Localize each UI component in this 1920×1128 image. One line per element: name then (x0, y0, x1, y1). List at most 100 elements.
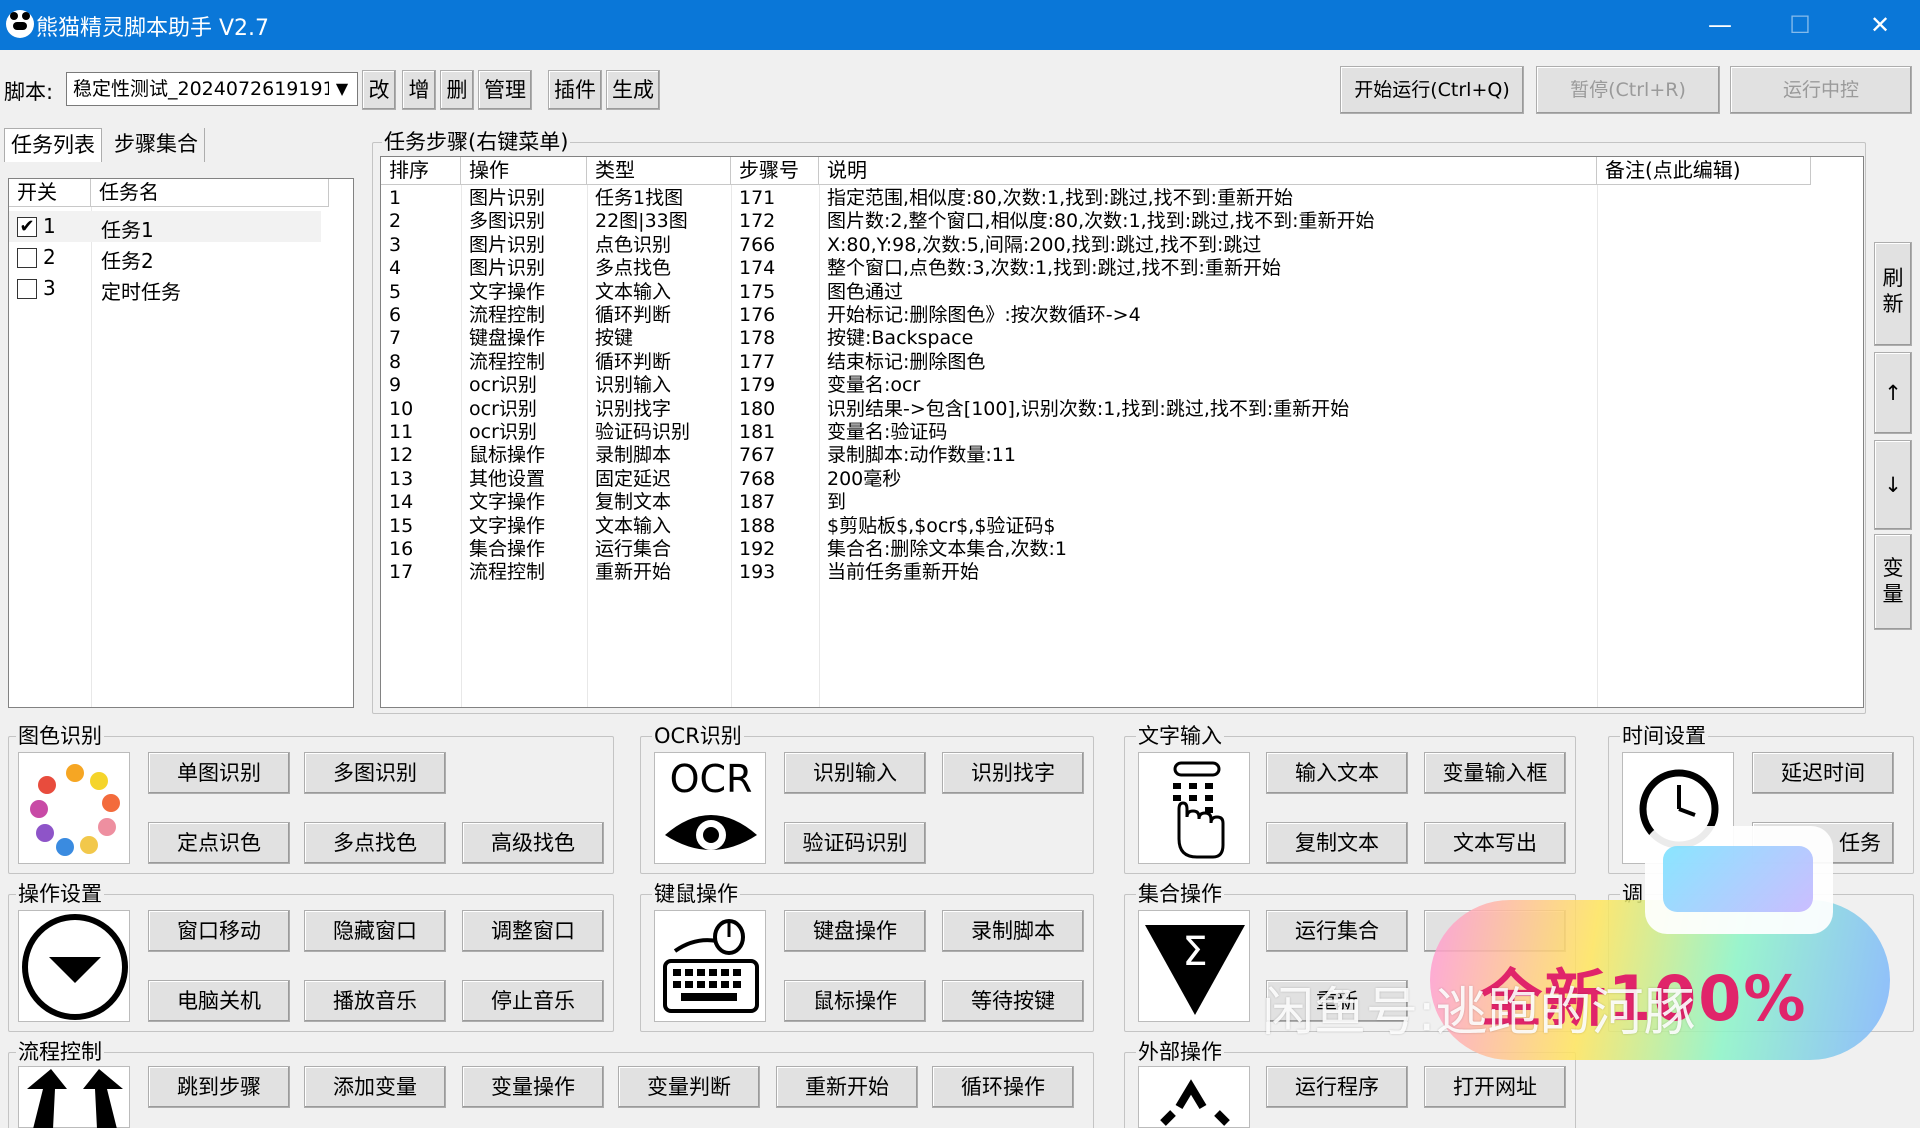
task-row[interactable]: ✔ 1 任务1 (9, 211, 321, 242)
captcha-recognition-button[interactable]: 验证码识别 (784, 822, 926, 864)
variable-input-box-button[interactable]: 变量输入框 (1424, 752, 1566, 794)
step-row[interactable]: 7 键盘操作 按键 178 按键:Backspace (381, 327, 1821, 350)
step-row[interactable]: 10 ocr识别 识别找字 180 识别结果->包含[100],识别次数:1,找到:跳过… (381, 398, 1821, 421)
run-monitor-button[interactable]: 运行中控 (1730, 66, 1912, 114)
step-row[interactable]: 1 图片识别 任务1找图 171 指定范围,相似度:80,次数:1,找到:跳过,找不到:… (381, 187, 1821, 210)
step-row[interactable]: 13 其他设置 固定延迟 768 200毫秒 (381, 468, 1821, 491)
generate-button[interactable]: 生成 (606, 70, 660, 110)
jump-to-step-button[interactable]: 跳到步骤 (148, 1066, 290, 1108)
task-row[interactable]: 2 任务2 (9, 242, 321, 273)
step-row[interactable]: 16 集合操作 运行集合 192 集合名:删除文本集合,次数:1 (381, 538, 1821, 561)
step-row[interactable]: 15 文字操作 文本输入 188 $剪贴板$,$ocr$,$验证码$ (381, 515, 1821, 538)
step-row[interactable]: 11 ocr识别 验证码识别 181 变量名:验证码 (381, 421, 1821, 444)
step-description: 变量名:验证码 (827, 421, 948, 443)
pause-button[interactable]: 暂停(Ctrl+R) (1536, 66, 1720, 114)
chevron-down-icon[interactable]: ▼ (329, 75, 355, 103)
maximize-button[interactable]: ☐ (1770, 6, 1830, 44)
task-name: 任务1 (101, 218, 154, 242)
variable-button[interactable]: 变量 (1874, 534, 1912, 630)
col-type-header[interactable]: 类型 (587, 157, 731, 185)
record-script-button[interactable]: 录制脚本 (942, 910, 1084, 952)
keyboard-operation-button[interactable]: 键盘操作 (784, 910, 926, 952)
ocr-find-text-button[interactable]: 识别找字 (942, 752, 1084, 794)
input-text-button[interactable]: 输入文本 (1266, 752, 1408, 794)
shutdown-button[interactable]: 电脑关机 (148, 980, 290, 1022)
run-collection-button[interactable]: 运行集合 (1266, 910, 1408, 952)
col-order-header[interactable]: 排序 (381, 157, 461, 185)
window-title: 熊猫精灵脚本助手 V2.7 (36, 16, 270, 41)
step-number: 767 (739, 444, 776, 467)
step-order: 8 (389, 350, 402, 373)
plugin-button[interactable]: 插件 (548, 70, 602, 110)
manage-button[interactable]: 管理 (478, 70, 532, 110)
stop-music-button[interactable]: 停止音乐 (462, 980, 604, 1022)
collection-title: 集合操作 (1136, 878, 1224, 908)
col-remark-header[interactable]: 备注(点此编辑) (1597, 157, 1811, 185)
move-down-button[interactable]: ↓ (1874, 440, 1912, 530)
move-up-button[interactable]: ↑ (1874, 352, 1912, 434)
col-operation-header[interactable]: 操作 (461, 157, 587, 185)
point-color-button[interactable]: 定点识色 (148, 822, 290, 864)
add-script-button[interactable]: 增 (402, 70, 436, 110)
multi-point-color-button[interactable]: 多点找色 (304, 822, 446, 864)
hide-window-button[interactable]: 隐藏窗口 (304, 910, 446, 952)
wait-key-button[interactable]: 等待按键 (942, 980, 1084, 1022)
advanced-color-button[interactable]: 高级找色 (462, 822, 604, 864)
external-operation-title: 外部操作 (1136, 1036, 1224, 1066)
delay-time-button[interactable]: 延迟时间 (1752, 752, 1894, 794)
start-run-button[interactable]: 开始运行(Ctrl+Q) (1340, 66, 1524, 114)
task-checkbox[interactable] (17, 279, 37, 299)
step-number: 174 (739, 257, 776, 280)
tab-step-set[interactable]: 步骤集合 (108, 128, 205, 162)
step-description: 开始标记:删除图色》:按次数循环->4 (827, 304, 1141, 326)
variable-condition-button[interactable]: 变量判断 (618, 1066, 760, 1108)
step-order: 9 (389, 374, 402, 397)
step-row[interactable]: 12 鼠标操作 录制脚本 767 录制脚本:动作数量:11 (381, 444, 1821, 467)
task-checkbox[interactable] (17, 248, 37, 268)
step-row[interactable]: 9 ocr识别 识别输入 179 变量名:ocr (381, 374, 1821, 397)
ocr-input-button[interactable]: 识别输入 (784, 752, 926, 794)
variable-operation-button[interactable]: 变量操作 (462, 1066, 604, 1108)
script-select[interactable]: 稳定性测试_2024072619191 ▼ (66, 72, 358, 106)
refresh-button[interactable]: 刷新 (1874, 242, 1912, 346)
mouse-operation-button[interactable]: 鼠标操作 (784, 980, 926, 1022)
step-row[interactable]: 2 多图识别 22图|33图 172 图片数:2,整个窗口,相似度:80,次数:1,找到… (381, 210, 1821, 233)
edit-script-button[interactable]: 改 (362, 70, 396, 110)
write-text-button[interactable]: 文本写出 (1424, 822, 1566, 864)
single-image-button[interactable]: 单图识别 (148, 752, 290, 794)
keyboard-mouse-title: 键鼠操作 (652, 878, 740, 908)
add-variable-button[interactable]: 添加变量 (304, 1066, 446, 1108)
xianyu-logo-card (1645, 826, 1833, 934)
step-row[interactable]: 5 文字操作 文本输入 175 图色通过 (381, 281, 1821, 304)
col-description-header[interactable]: 说明 (819, 157, 1597, 185)
step-row[interactable]: 17 流程控制 重新开始 193 当前任务重新开始 (381, 561, 1821, 584)
restart-button[interactable]: 重新开始 (776, 1066, 918, 1108)
col-task-name-header[interactable]: 任务名 (91, 179, 329, 207)
task-row[interactable]: 3 定时任务 (9, 273, 321, 304)
task-checkbox[interactable]: ✔ (17, 217, 37, 237)
resize-window-button[interactable]: 调整窗口 (462, 910, 604, 952)
step-row[interactable]: 3 图片识别 点色识别 766 X:80,Y:98,次数:5,间隔:200,找到:跳过,… (381, 234, 1821, 257)
loop-operation-button[interactable]: 循环操作 (932, 1066, 1074, 1108)
delete-script-button[interactable]: 删 (440, 70, 474, 110)
down-circle-icon (18, 910, 130, 1022)
step-operation: 文字操作 (469, 491, 546, 514)
move-window-button[interactable]: 窗口移动 (148, 910, 290, 952)
step-row[interactable]: 6 流程控制 循环判断 176 开始标记:删除图色》:按次数循环->4 (381, 304, 1821, 327)
close-button[interactable]: ✕ (1850, 6, 1910, 44)
minimize-button[interactable]: — (1690, 6, 1750, 44)
step-description: 变量名:ocr (827, 374, 921, 397)
play-music-button[interactable]: 播放音乐 (304, 980, 446, 1022)
col-switch-header[interactable]: 开关 (9, 179, 91, 207)
step-number: 178 (739, 327, 776, 350)
step-row[interactable]: 8 流程控制 循环判断 177 结束标记:删除图色 (381, 351, 1821, 374)
open-url-button[interactable]: 打开网址 (1424, 1066, 1566, 1108)
multi-image-button[interactable]: 多图识别 (304, 752, 446, 794)
copy-text-button[interactable]: 复制文本 (1266, 822, 1408, 864)
tab-task-list[interactable]: 任务列表 (4, 128, 102, 162)
keyboard-mouse-icon (654, 910, 766, 1022)
col-step-no-header[interactable]: 步骤号 (731, 157, 819, 185)
run-program-button[interactable]: 运行程序 (1266, 1066, 1408, 1108)
step-row[interactable]: 4 图片识别 多点找色 174 整个窗口,点色数:3,次数:1,找到:跳过,找不到:重新… (381, 257, 1821, 280)
step-row[interactable]: 14 文字操作 复制文本 187 到 (381, 491, 1821, 514)
